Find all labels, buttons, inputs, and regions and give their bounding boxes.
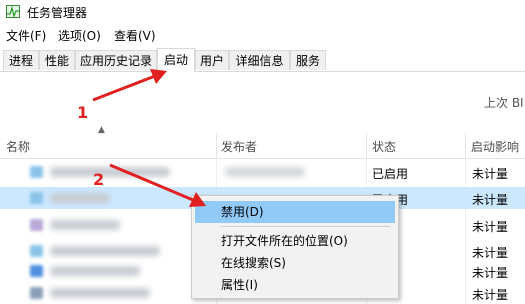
annotation-arrow-1 [92, 74, 156, 102]
annotation-number-1: 1 [77, 103, 89, 122]
annotation-arrows [92, 69, 206, 207]
annotation-number-2: 2 [93, 170, 105, 189]
annotation-arrow-2 [109, 163, 194, 202]
